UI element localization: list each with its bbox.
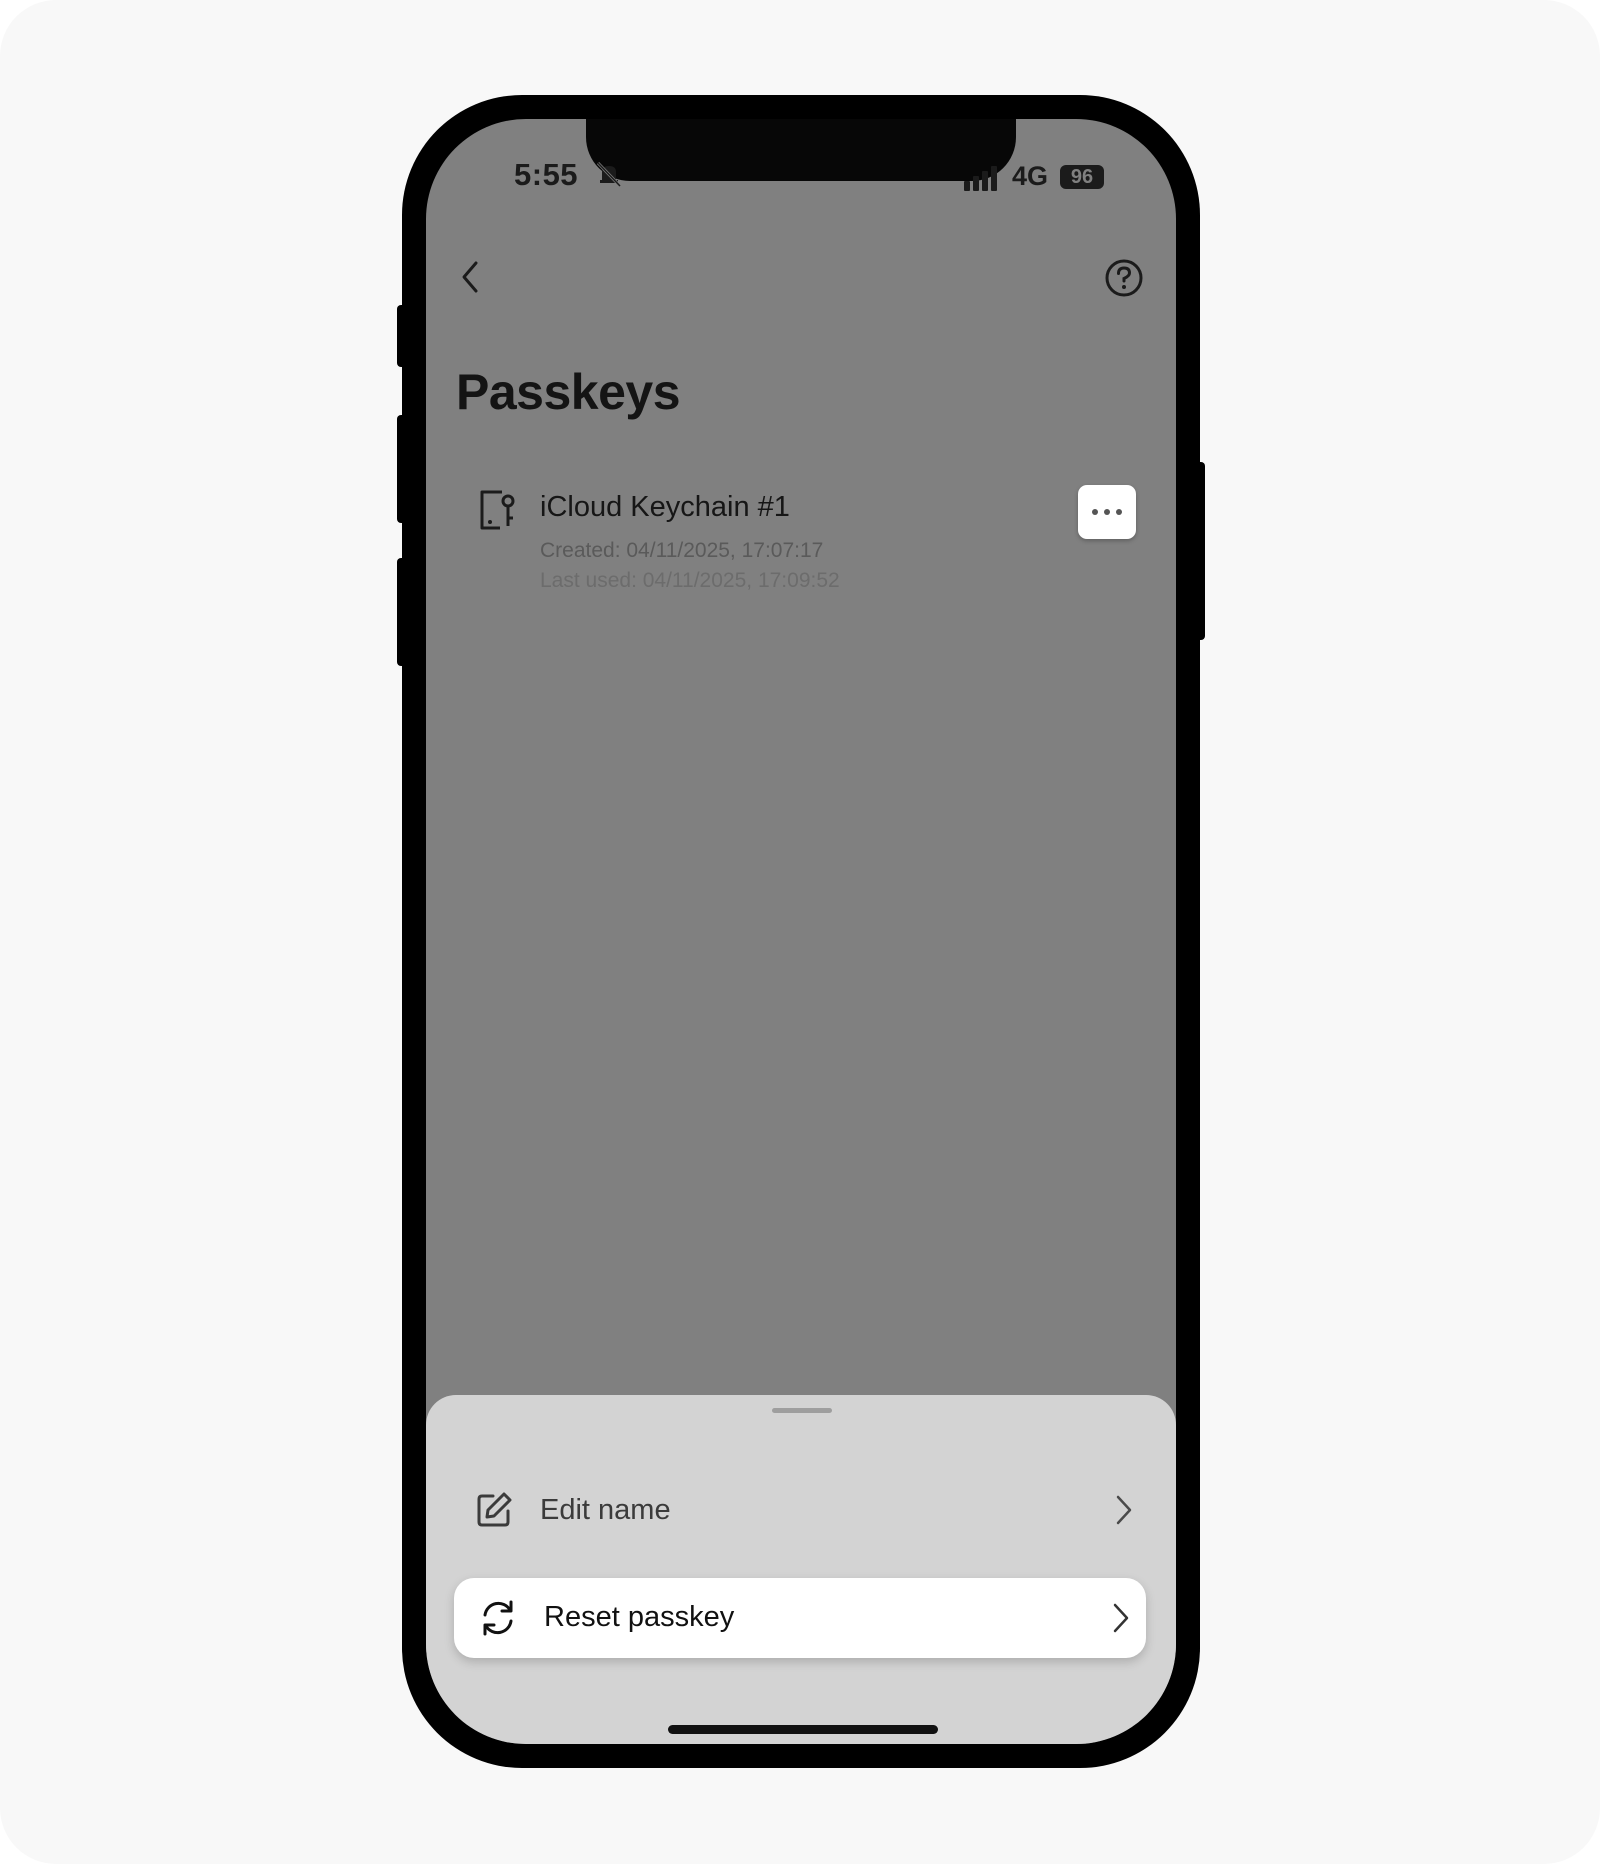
chevron-right-icon	[1113, 1603, 1129, 1633]
action-sheet: Edit name Reset passkey	[426, 1395, 1176, 1744]
page-title: Passkeys	[456, 364, 681, 420]
bell-slash-icon	[596, 161, 622, 188]
status-time: 5:55	[514, 157, 579, 192]
edit-name-label: Edit name	[540, 1494, 671, 1526]
phone-screen: 5:55 4G 96 Passkeys iCloud Keychain #1 C…	[426, 119, 1176, 1744]
more-options-button[interactable]	[1078, 485, 1136, 539]
question-circle-icon[interactable]	[1102, 256, 1146, 300]
chevron-left-icon[interactable]	[456, 257, 482, 297]
ellipsis-icon	[1092, 509, 1098, 515]
battery-icon: 96	[1060, 165, 1104, 189]
network-label: 4G	[1012, 161, 1049, 191]
sheet-grabber[interactable]	[772, 1408, 832, 1413]
edit-name-option[interactable]: Edit name	[426, 1465, 1176, 1555]
chevron-right-icon	[1116, 1495, 1132, 1525]
reset-passkey-label: Reset passkey	[544, 1601, 735, 1633]
edit-icon	[477, 1492, 512, 1527]
device-key-icon	[480, 490, 515, 530]
notch	[586, 119, 1016, 181]
ellipsis-icon	[1116, 509, 1122, 515]
passkey-created: Created: 04/11/2025, 17:07:17	[540, 539, 824, 562]
signal-icon	[964, 166, 997, 191]
ellipsis-icon	[1104, 509, 1110, 515]
reset-passkey-option[interactable]: Reset passkey	[454, 1578, 1146, 1658]
passkey-name: iCloud Keychain #1	[540, 491, 790, 523]
refresh-icon	[483, 1600, 513, 1636]
home-indicator[interactable]	[668, 1725, 938, 1734]
passkey-last-used: Last used: 04/11/2025, 17:09:52	[540, 569, 840, 592]
